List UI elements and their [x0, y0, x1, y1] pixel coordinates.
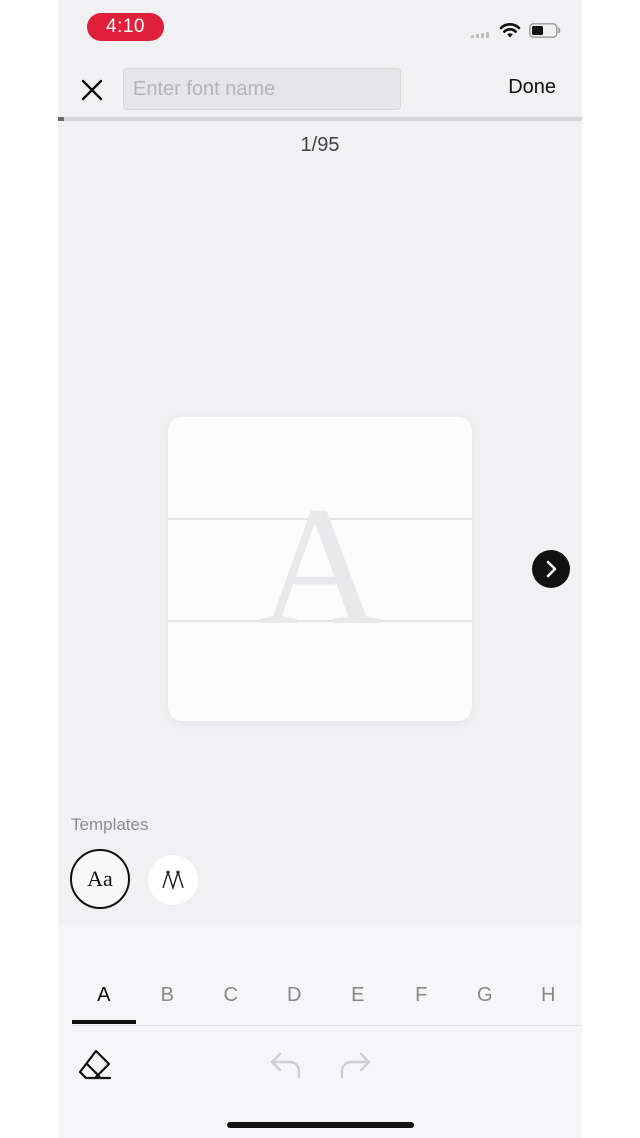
close-button[interactable] [76, 74, 108, 106]
editor-header: Done [58, 60, 582, 118]
progress-bar-fill [58, 117, 64, 121]
status-time[interactable]: 4:10 [87, 13, 164, 41]
tabs-divider [72, 1025, 582, 1026]
eraser-button[interactable] [76, 1046, 114, 1084]
letter-tab-f[interactable]: F [390, 978, 454, 1024]
templates-label: Templates [71, 815, 149, 834]
letter-tab-d[interactable]: D [263, 978, 327, 1024]
page-counter: 1/95 [300, 134, 340, 156]
home-indicator [227, 1122, 414, 1128]
template-glyph: A [258, 472, 382, 660]
letter-tab-a[interactable]: A [72, 978, 136, 1024]
letter-tabs: A B C D E F G H [72, 978, 582, 1024]
template-script-preview [162, 870, 184, 890]
cellular-signal-icon [471, 30, 489, 38]
glyph-drawing-canvas[interactable]: A [168, 417, 472, 721]
done-button[interactable]: Done [508, 76, 556, 99]
redo-icon [340, 1052, 371, 1079]
undo-icon [270, 1052, 301, 1079]
battery-icon [529, 23, 561, 38]
bottom-panel: A B C D E F G H [58, 924, 582, 1138]
template-option-script[interactable] [148, 855, 198, 905]
letter-tab-h[interactable]: H [517, 978, 581, 1024]
font-name-input[interactable] [123, 68, 401, 110]
redo-button[interactable] [337, 1048, 373, 1082]
chevron-right-icon [546, 560, 557, 578]
progress-bar [58, 117, 582, 121]
undo-button[interactable] [268, 1048, 304, 1082]
close-icon [81, 79, 103, 101]
letter-tab-e[interactable]: E [326, 978, 390, 1024]
wifi-icon [499, 23, 521, 38]
letter-tab-b[interactable]: B [136, 978, 200, 1024]
app-screen: 4:10 Done 1/95 [58, 0, 582, 1138]
status-bar: 4:10 [58, 0, 582, 56]
template-option-serif[interactable]: Aa [70, 849, 130, 909]
letter-tab-g[interactable]: G [453, 978, 517, 1024]
next-glyph-button[interactable] [532, 550, 570, 588]
letter-tab-c[interactable]: C [199, 978, 263, 1024]
eraser-icon [78, 1049, 112, 1080]
